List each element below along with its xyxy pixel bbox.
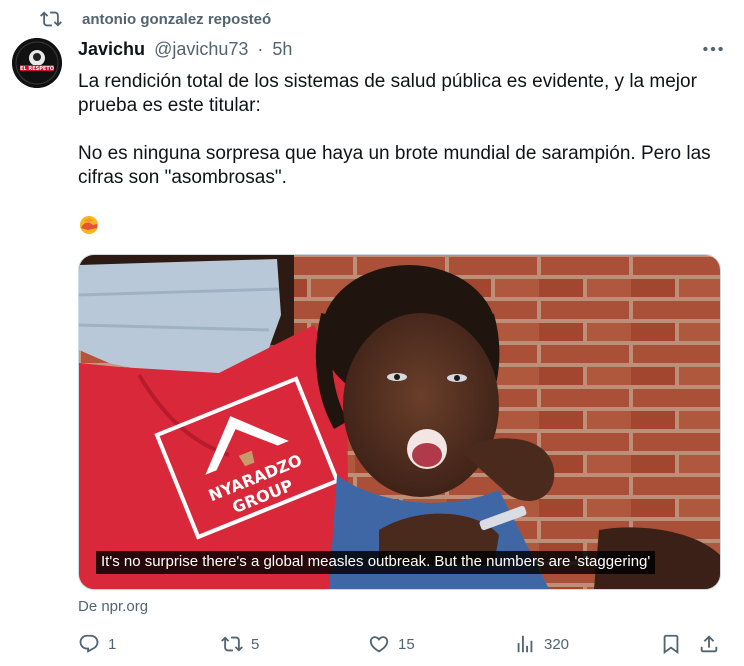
avatar-label: EL RESPETO [20, 66, 54, 72]
tweet-text: La rendición total de los sistemas de sa… [78, 70, 718, 190]
tweet-text-line-1: La rendición total de los sistemas de sa… [78, 71, 697, 116]
media-caption: It's no surprise there's a global measle… [96, 551, 656, 574]
bookmark-icon [663, 634, 679, 655]
repost-text[interactable]: antonio gonzalez reposteó [82, 11, 271, 28]
action-bar: 1 5 15 320 [0, 630, 744, 658]
views-count: 320 [544, 635, 570, 653]
share-icon [700, 635, 718, 653]
display-name[interactable]: Javichu [78, 39, 145, 59]
facepalm-emoji-icon [80, 216, 98, 234]
user-handle[interactable]: @javichu73 [154, 39, 248, 59]
reply-icon [79, 634, 99, 653]
tweet-text-line-2: No es ninguna sorpresa que haya un brote… [78, 143, 711, 188]
avatar[interactable]: EL RESPETO [12, 38, 62, 88]
repost-button[interactable]: 5 [221, 630, 259, 658]
link-source[interactable]: De npr.org [78, 598, 148, 615]
bookmark-button[interactable] [660, 630, 682, 658]
repost-icon [40, 11, 62, 27]
media-card[interactable]: NYARADZO GROUP It's no surprise there's … [78, 254, 721, 590]
reply-count: 1 [108, 635, 117, 653]
media-image: NYARADZO GROUP [79, 255, 720, 589]
repost-count: 5 [251, 635, 260, 653]
views-chart-icon [517, 635, 533, 653]
post-header: Javichu @javichu73 · 5h [78, 38, 292, 60]
more-options-icon[interactable] [700, 36, 726, 62]
like-count: 15 [398, 635, 415, 653]
reply-button[interactable]: 1 [78, 630, 116, 658]
repost-action-icon [221, 636, 243, 652]
separator-dot: · [257, 39, 264, 59]
post-time[interactable]: 5h [272, 39, 292, 59]
views-button[interactable]: 320 [514, 630, 569, 658]
share-button[interactable] [698, 630, 720, 658]
repost-banner: antonio gonzalez reposteó [0, 6, 744, 32]
like-button[interactable]: 15 [368, 630, 415, 658]
heart-icon [369, 636, 389, 653]
tweet-post[interactable]: antonio gonzalez reposteó EL RESPETO Jav… [0, 0, 744, 666]
